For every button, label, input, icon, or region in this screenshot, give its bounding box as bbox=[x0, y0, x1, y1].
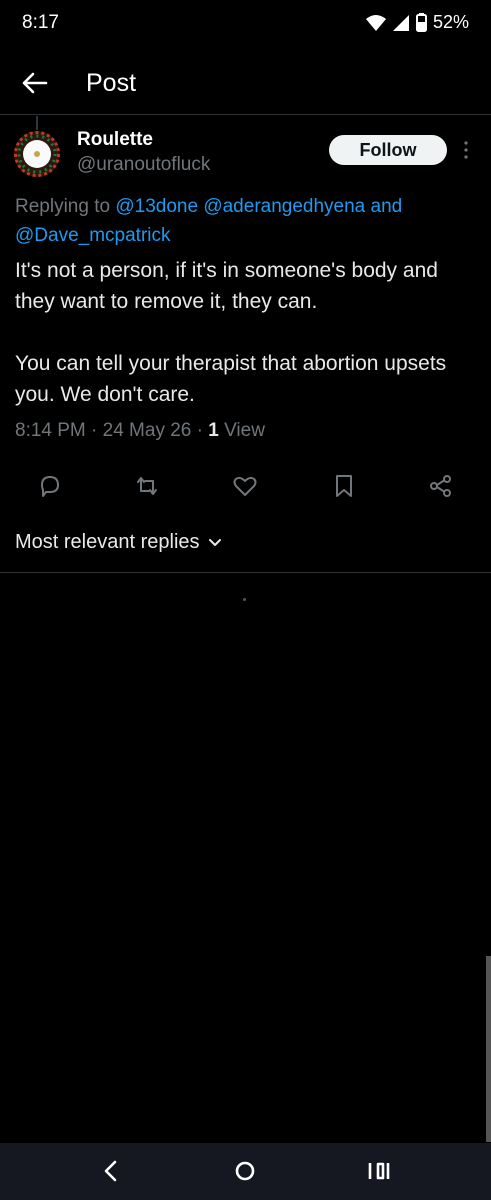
like-icon[interactable] bbox=[231, 472, 259, 500]
replies-sort-label: Most relevant replies bbox=[15, 531, 200, 553]
tweet-text: It's not a person, if it's in someone's … bbox=[15, 259, 447, 406]
mention-link[interactable]: @13done bbox=[115, 196, 198, 217]
header-divider bbox=[0, 114, 491, 115]
system-nav-bar bbox=[0, 1143, 491, 1200]
follow-button[interactable]: Follow bbox=[329, 135, 447, 165]
battery-icon bbox=[415, 13, 427, 32]
views-label: View bbox=[218, 420, 265, 441]
chevron-down-icon bbox=[208, 538, 221, 546]
thread-line bbox=[36, 116, 38, 130]
tweet-timestamp[interactable]: 8:14 PM · 24 May 26 · bbox=[15, 420, 208, 441]
back-arrow-icon[interactable] bbox=[20, 68, 50, 98]
share-icon[interactable] bbox=[427, 472, 455, 500]
tweet-meta: 8:14 PM · 24 May 26 · 1 View bbox=[15, 420, 265, 442]
page-title: Post bbox=[86, 69, 137, 97]
signal-icon bbox=[392, 14, 409, 31]
avatar[interactable] bbox=[14, 131, 60, 177]
nav-recents-icon[interactable] bbox=[362, 1155, 394, 1187]
replies-sort-dropdown[interactable]: Most relevant replies bbox=[15, 531, 222, 554]
replying-to: Replying to @13done @aderangedhyena and … bbox=[15, 192, 475, 250]
action-bar bbox=[0, 472, 491, 502]
status-time: 8:17 bbox=[22, 12, 59, 33]
status-bar: 8:17 52% bbox=[0, 0, 491, 48]
nav-back-icon[interactable] bbox=[95, 1155, 127, 1187]
author-name[interactable]: Roulette bbox=[77, 129, 153, 151]
replying-prefix: Replying to bbox=[15, 196, 111, 217]
author-handle[interactable]: @uranoutofluck bbox=[77, 154, 210, 176]
scrollbar[interactable] bbox=[486, 956, 491, 1142]
bookmark-icon[interactable] bbox=[330, 472, 358, 500]
status-icons: 52% bbox=[365, 12, 469, 33]
top-bar: Post bbox=[0, 56, 491, 114]
retweet-icon[interactable] bbox=[133, 472, 161, 500]
loading-indicator bbox=[243, 598, 246, 601]
battery-percent: 52% bbox=[432, 12, 469, 32]
mention-and[interactable]: and bbox=[371, 196, 403, 217]
wifi-icon bbox=[365, 14, 386, 31]
replies-divider bbox=[0, 572, 491, 573]
mention-link[interactable]: @aderangedhyena bbox=[203, 196, 365, 217]
mention-link[interactable]: @Dave_mcpatrick bbox=[15, 225, 171, 246]
roulette-wheel-avatar bbox=[14, 131, 60, 177]
views-count: 1 bbox=[208, 420, 219, 441]
nav-home-icon[interactable] bbox=[229, 1155, 261, 1187]
more-options-icon[interactable] bbox=[459, 140, 473, 160]
reply-icon[interactable] bbox=[36, 472, 64, 500]
